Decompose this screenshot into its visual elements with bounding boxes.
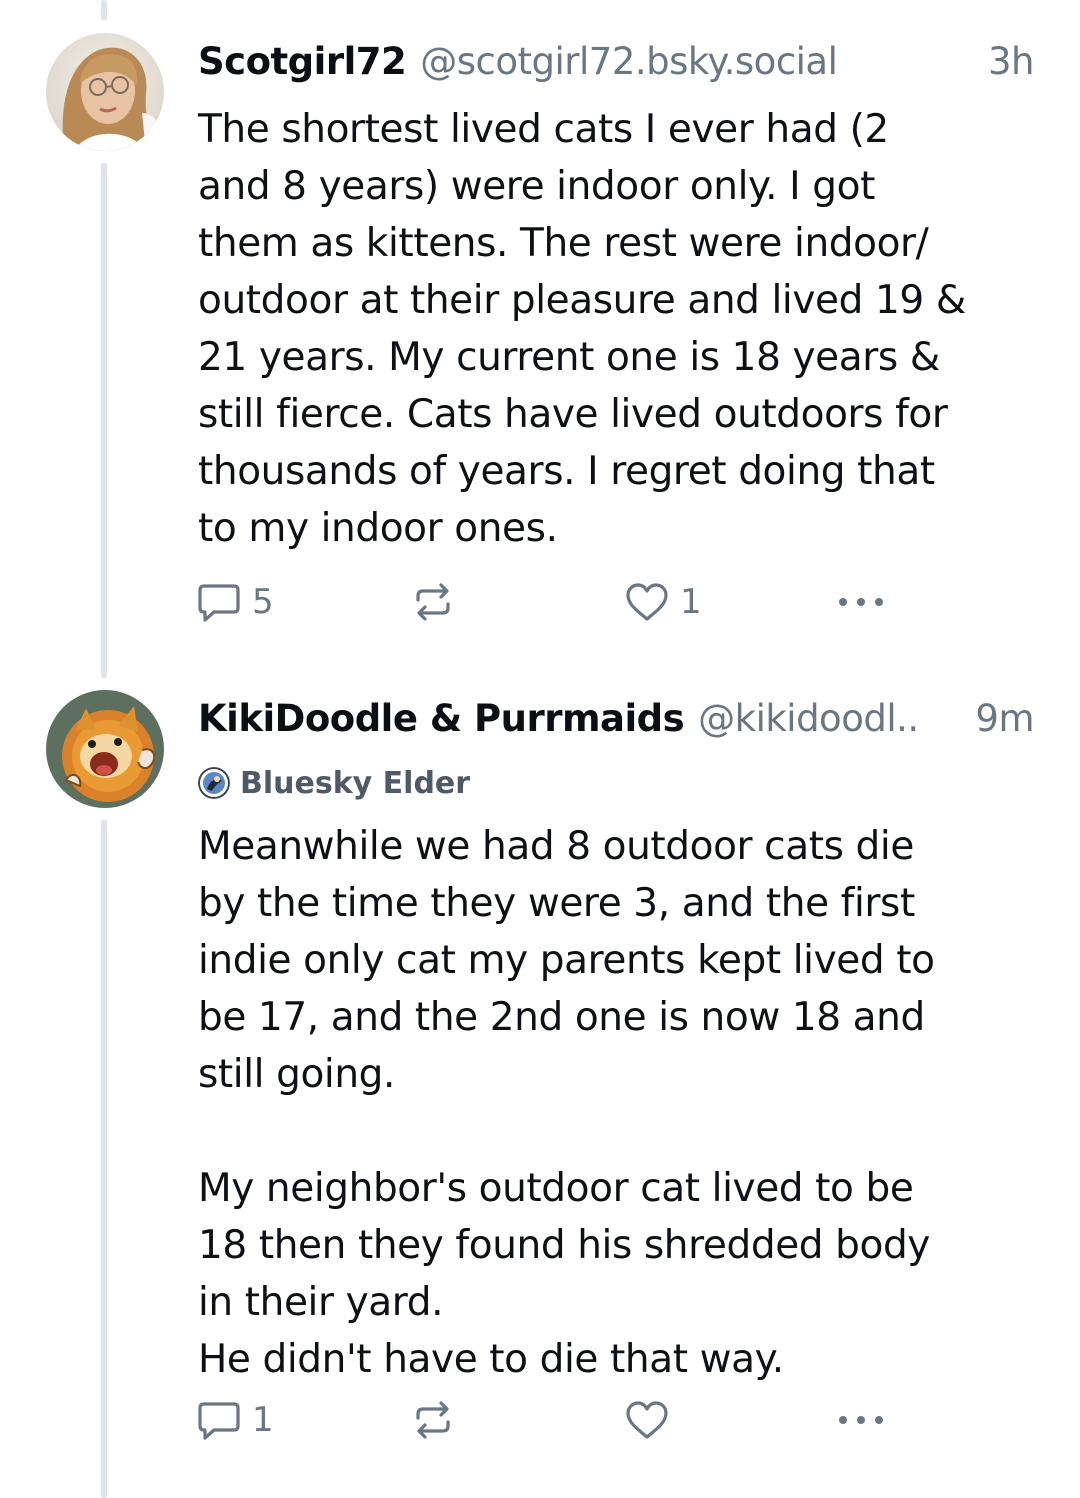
thread-line-top: [101, 0, 107, 20]
reply-count: 5: [252, 582, 274, 622]
like-button[interactable]: [624, 1396, 680, 1444]
bluesky-elder-badge-icon: [198, 767, 230, 799]
repost-button[interactable]: [410, 578, 466, 626]
thread-line-post-1: [101, 163, 107, 678]
repost-arrows-icon: [416, 1401, 450, 1439]
post-actions: 1: [196, 1396, 916, 1444]
like-button[interactable]: 1: [624, 578, 702, 626]
repost-button[interactable]: [410, 1396, 466, 1444]
timestamp[interactable]: 3h: [988, 40, 1035, 83]
more-options-button[interactable]: [834, 578, 888, 626]
speech-bubble-icon: [198, 584, 240, 622]
post-text: Meanwhile we had 8 outdoor cats die by t…: [198, 824, 935, 1382]
display-name[interactable]: KikiDoodle & Purrmaids: [198, 697, 685, 740]
more-options-button[interactable]: [834, 1396, 888, 1444]
repost-arrows-icon: [416, 583, 450, 621]
post-header: KikiDoodle & Purrmaids @kikidoodl.. 9m: [198, 690, 1034, 746]
post-header: Scotgirl72 @scotgirl72.bsky.social 3h: [198, 33, 1035, 89]
thread-line-post-2: [101, 820, 107, 1498]
reply-button[interactable]: 5: [196, 578, 274, 626]
more-dots-icon: [839, 598, 883, 606]
heart-icon: [626, 1401, 668, 1439]
avatar[interactable]: [46, 690, 164, 808]
badge-label: Bluesky Elder: [240, 765, 471, 801]
avatar[interactable]: [46, 33, 164, 151]
like-count: 1: [680, 582, 702, 622]
speech-bubble-icon: [198, 1402, 240, 1440]
reply-button[interactable]: 1: [196, 1396, 274, 1444]
woman-with-glasses-photo-icon: [46, 33, 164, 151]
verification-badge[interactable]: Bluesky Elder: [198, 763, 470, 803]
display-name[interactable]: Scotgirl72: [198, 40, 407, 83]
reply-count: 1: [252, 1400, 274, 1440]
cartoon-lion-cat-illustration-icon: [46, 690, 164, 808]
timestamp[interactable]: 9m: [975, 697, 1034, 740]
post-actions: 5 1: [196, 578, 916, 626]
handle[interactable]: @kikidoodl..: [698, 697, 961, 740]
heart-icon: [626, 583, 668, 621]
post-text: The shortest lived cats I ever had (2 an…: [198, 107, 966, 551]
handle[interactable]: @scotgirl72.bsky.social: [420, 40, 974, 83]
more-dots-icon: [839, 1416, 883, 1424]
